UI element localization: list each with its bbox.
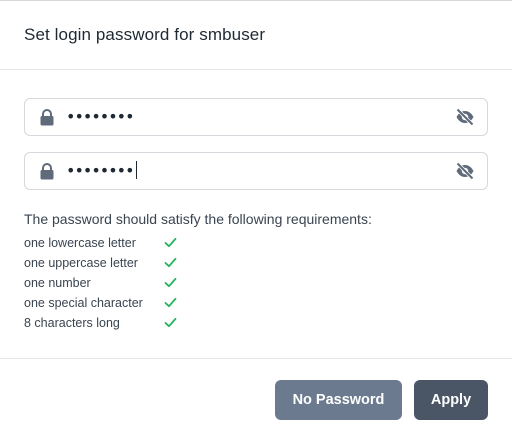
- no-password-button[interactable]: No Password: [275, 380, 402, 420]
- requirement-label: one special character: [24, 296, 143, 310]
- password-field[interactable]: ••••••••: [24, 98, 488, 136]
- requirements-title: The password should satisfy the followin…: [24, 211, 372, 227]
- confirm-password-value: ••••••••: [66, 161, 134, 180]
- lock-icon: [40, 109, 54, 126]
- password-value: ••••••••: [66, 107, 134, 126]
- check-icon: [164, 317, 177, 328]
- requirement-item: 8 characters long: [24, 313, 184, 333]
- requirement-item: one lowercase letter: [24, 233, 184, 253]
- set-password-dialog: Set login password for smbuser •••••••• …: [0, 0, 512, 436]
- confirm-password-field[interactable]: ••••••••: [24, 152, 488, 190]
- text-caret: [135, 161, 137, 179]
- dialog-header: Set login password for smbuser: [0, 1, 512, 70]
- dialog-title: Set login password for smbuser: [24, 25, 266, 44]
- requirements-list: one lowercase letter one uppercase lette…: [24, 233, 184, 333]
- eye-slash-icon[interactable]: [455, 108, 475, 126]
- requirement-item: one special character: [24, 293, 184, 313]
- check-icon: [164, 297, 177, 308]
- eye-slash-icon[interactable]: [455, 162, 475, 180]
- footer-divider: [0, 358, 512, 359]
- requirement-label: one lowercase letter: [24, 236, 136, 250]
- requirement-label: 8 characters long: [24, 316, 120, 330]
- check-icon: [164, 277, 177, 288]
- requirement-item: one uppercase letter: [24, 253, 184, 273]
- check-icon: [164, 237, 177, 248]
- check-icon: [164, 257, 177, 268]
- confirm-password-value-wrap: ••••••••: [66, 161, 137, 181]
- requirement-item: one number: [24, 273, 184, 293]
- requirement-label: one uppercase letter: [24, 256, 138, 270]
- apply-button[interactable]: Apply: [414, 380, 488, 420]
- lock-icon: [40, 163, 54, 180]
- requirement-label: one number: [24, 276, 91, 290]
